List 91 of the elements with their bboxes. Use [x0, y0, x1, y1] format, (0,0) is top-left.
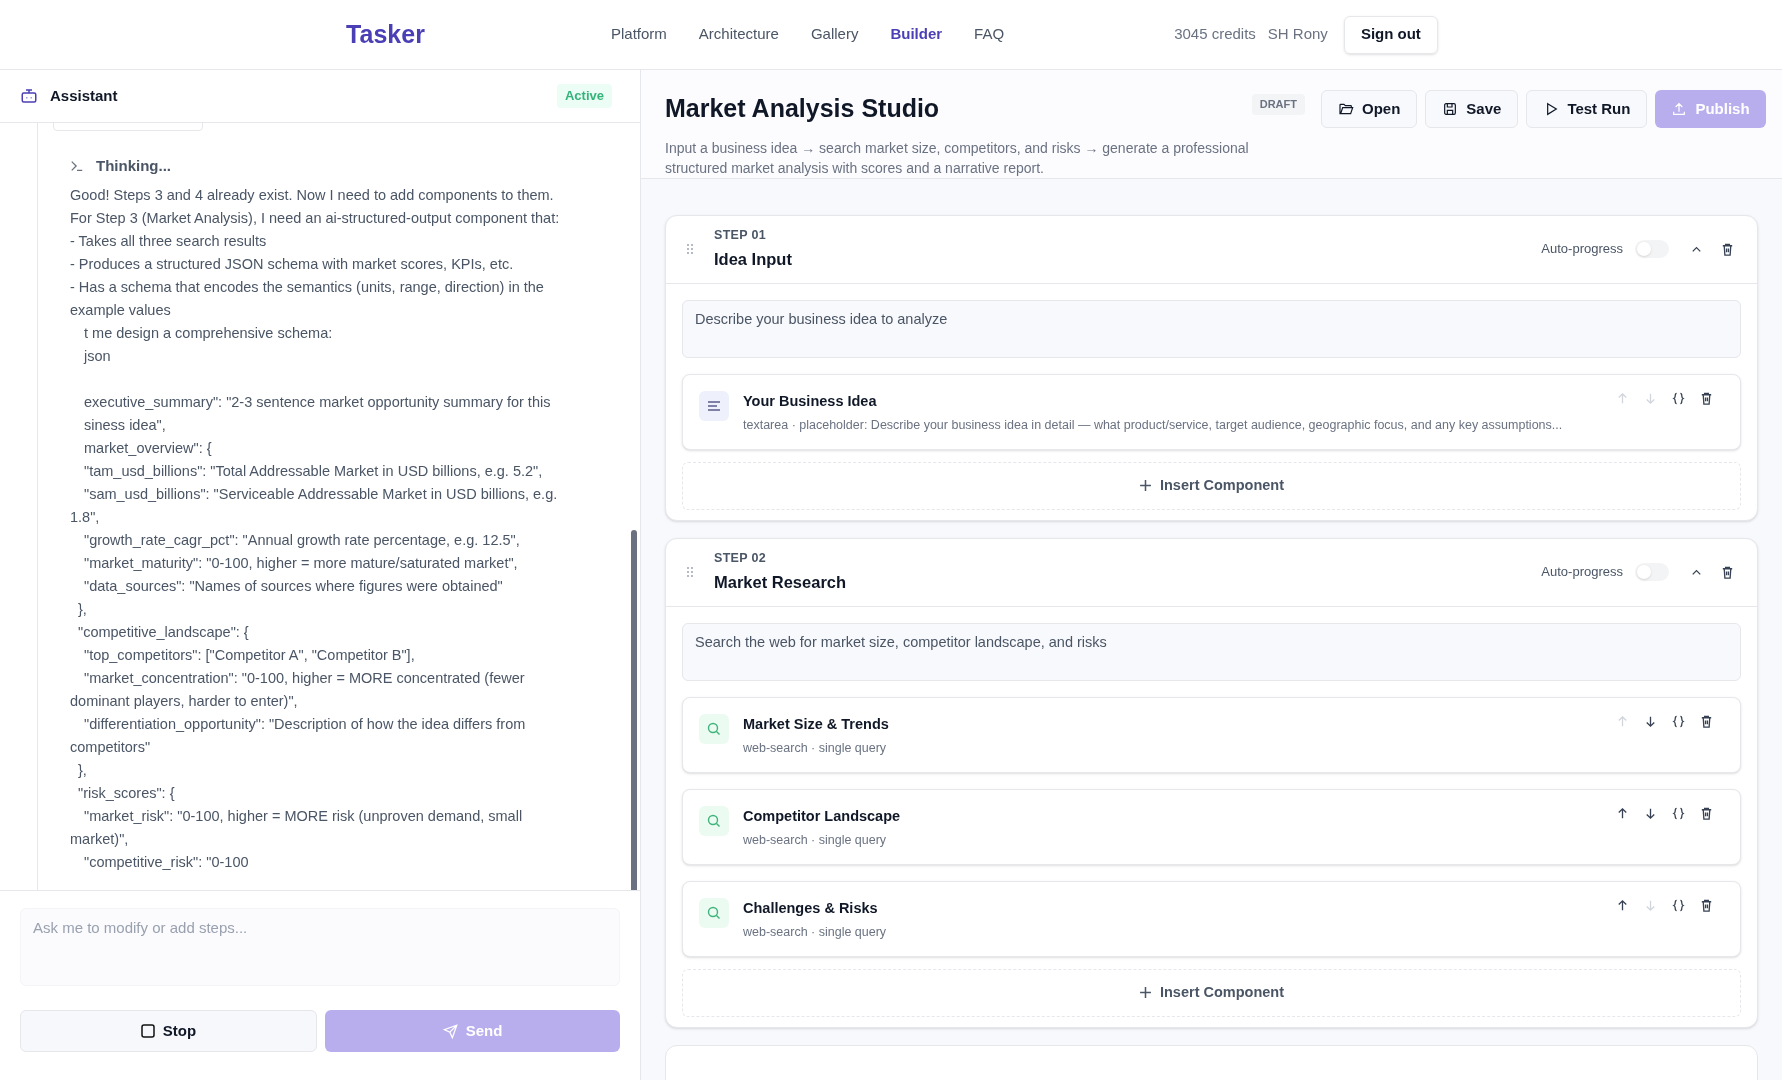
component-card[interactable]: Market Size & Trends web-search · single query: [682, 696, 1741, 773]
delete-icon[interactable]: [1699, 713, 1714, 729]
step-number: STEP 02: [714, 550, 767, 568]
component-card[interactable]: Your Business Idea textarea · placeholder: Describe your business idea in detail — what product/service, target audience, geographic focus, and any key assumptions...: [682, 373, 1741, 450]
code-line: "differentiation_opportunity": "Description of how the idea differs from competitors": [70, 714, 527, 757]
component-title: Your Business Idea: [743, 391, 878, 411]
code-line: },: [77, 599, 88, 619]
nav-link[interactable]: FAQ: [974, 23, 1005, 46]
auto-progress-label: Auto-progress: [1541, 563, 1623, 582]
component-title: Market Size & Trends: [743, 714, 889, 734]
panel-title: Assistant: [50, 85, 118, 106]
code-line: "top_competitors": ["Competitor A", "Competitor B"],: [83, 645, 416, 665]
component-meta: web-search · single query: [743, 740, 888, 758]
code-line: "competitive_risk": "0-100: [83, 852, 250, 872]
insert-component-button[interactable]: Insert Component: [682, 968, 1741, 1017]
braces-icon[interactable]: [1671, 713, 1686, 729]
robot-icon: [20, 87, 38, 105]
search-icon: [706, 812, 722, 829]
step-number: STEP 01: [714, 227, 767, 245]
publish-icon: [1671, 101, 1688, 117]
delete-icon[interactable]: [1720, 564, 1735, 580]
auto-progress-toggle[interactable]: [1635, 240, 1669, 258]
braces-icon[interactable]: [1671, 390, 1686, 406]
thinking-label: Thinking...: [96, 156, 171, 176]
run-button[interactable]: Test Run: [1526, 90, 1648, 128]
code-line: market_overview": {: [83, 438, 213, 458]
braces-icon[interactable]: [1671, 805, 1686, 821]
search-icon: [706, 904, 722, 921]
step-description: Search the web for market size, competitor landscape, and risks: [682, 622, 1741, 681]
user-name: SH Rony: [1267, 24, 1328, 45]
nav-link[interactable]: Builder: [890, 23, 943, 46]
page-title: Market Analysis Studio: [665, 93, 940, 124]
delete-icon[interactable]: [1699, 897, 1714, 913]
code-line: },: [77, 760, 88, 780]
code-line: siness idea",: [83, 415, 167, 435]
component-title: Competitor Landscape: [743, 806, 901, 826]
save-icon: [1442, 101, 1459, 117]
sign-out-button[interactable]: Sign out: [1343, 15, 1438, 54]
square-icon: [140, 1024, 155, 1038]
code-line: "risk_scores": {: [77, 783, 176, 803]
draft-badge: DRAFT: [1251, 94, 1305, 115]
code-line: "tam_usd_billions": "Total Addressable Market in USD billions, e.g. 5.2",: [83, 461, 544, 481]
insert-component-button[interactable]: Insert Component: [682, 461, 1741, 510]
step-title: Market Research: [714, 572, 847, 593]
search-icon: [706, 720, 722, 737]
component-meta: textarea · placeholder: Describe your business idea in detail — what product/service, target audience, geographic focus, and any key assumptions...: [743, 417, 1563, 435]
message-line: Good! Steps 3 and 4 already exist. Now I need to add components to them.: [70, 185, 555, 205]
component-meta: web-search · single query: [743, 924, 887, 942]
nav-link[interactable]: Architecture: [698, 23, 779, 46]
logo[interactable]: Tasker: [346, 15, 425, 54]
auto-progress-toggle[interactable]: [1635, 563, 1669, 581]
code-line: "market_risk": "0-100, higher = MORE risk (unproven demand, small market)",: [70, 806, 524, 849]
plus-icon: [1138, 986, 1152, 999]
open-icon: [1338, 101, 1354, 117]
code-line: "competitive_landscape": {: [77, 622, 250, 642]
component-card[interactable]: Challenges & Risks web-search · single query: [682, 880, 1741, 957]
delete-icon[interactable]: [1720, 241, 1735, 257]
page-description: Input a business idea → search market size, competitors, and risks → generate a professional structured market analysis with scores and a narrative report.: [665, 138, 1250, 178]
message-line: - Produces a structured JSON schema with market scores, KPIs, etc.: [70, 254, 515, 274]
save-button[interactable]: Save: [1425, 90, 1519, 128]
code-line: t me design a comprehensive schema:: [83, 323, 334, 343]
delete-icon[interactable]: [1699, 805, 1714, 821]
nav-link[interactable]: Gallery: [810, 23, 859, 46]
credits-count: 3045 credits: [1174, 24, 1256, 45]
drag-handle-icon[interactable]: [686, 243, 694, 255]
code-line: "market_concentration": "0-100, higher = MORE concentrated (fewer dominant players, harder to enter)",: [70, 668, 526, 711]
message-input[interactable]: Ask me to modify or add steps...: [20, 908, 620, 986]
step-description: Describe your business idea to analyze: [682, 299, 1741, 358]
component-meta: web-search · single query: [743, 832, 888, 850]
auto-progress-label: Auto-progress: [1541, 240, 1623, 259]
code-line: "growth_rate_cagr_pct": "Annual growth rate percentage, e.g. 12.5",: [83, 530, 521, 550]
code-line: executive_summary": "2-3 sentence market opportunity summary for this: [83, 392, 552, 412]
send-icon: [442, 1023, 458, 1039]
code-line: "sam_usd_billions": "Serviceable Addressable Market in USD billions, e.g. 1.8",: [70, 484, 559, 527]
plus-icon: [1138, 479, 1152, 492]
braces-icon[interactable]: [1671, 897, 1686, 913]
delete-icon[interactable]: [1699, 390, 1714, 406]
code-line: "data_sources": "Names of sources where figures were obtained": [83, 576, 504, 596]
drag-handle-icon[interactable]: [686, 566, 694, 578]
component-title: Challenges & Risks: [743, 898, 879, 918]
message-line: - Takes all three search results: [70, 231, 268, 251]
nav-link[interactable]: Platform: [611, 23, 667, 46]
message-line: For Step 3 (Market Analysis), I need an ai-structured-output component that:: [70, 208, 561, 228]
terminal-icon: [70, 159, 84, 174]
status-badge: Active: [556, 84, 612, 108]
component-card[interactable]: Competitor Landscape web-search · single query: [682, 788, 1741, 865]
open-button[interactable]: Open: [1321, 90, 1418, 128]
step-title: Idea Input: [714, 249, 792, 270]
stop-button[interactable]: Stop: [20, 1010, 317, 1052]
code-line: "market_maturity": "0-100, higher = more mature/saturated market",: [83, 553, 519, 573]
code-line: json: [82, 346, 112, 366]
